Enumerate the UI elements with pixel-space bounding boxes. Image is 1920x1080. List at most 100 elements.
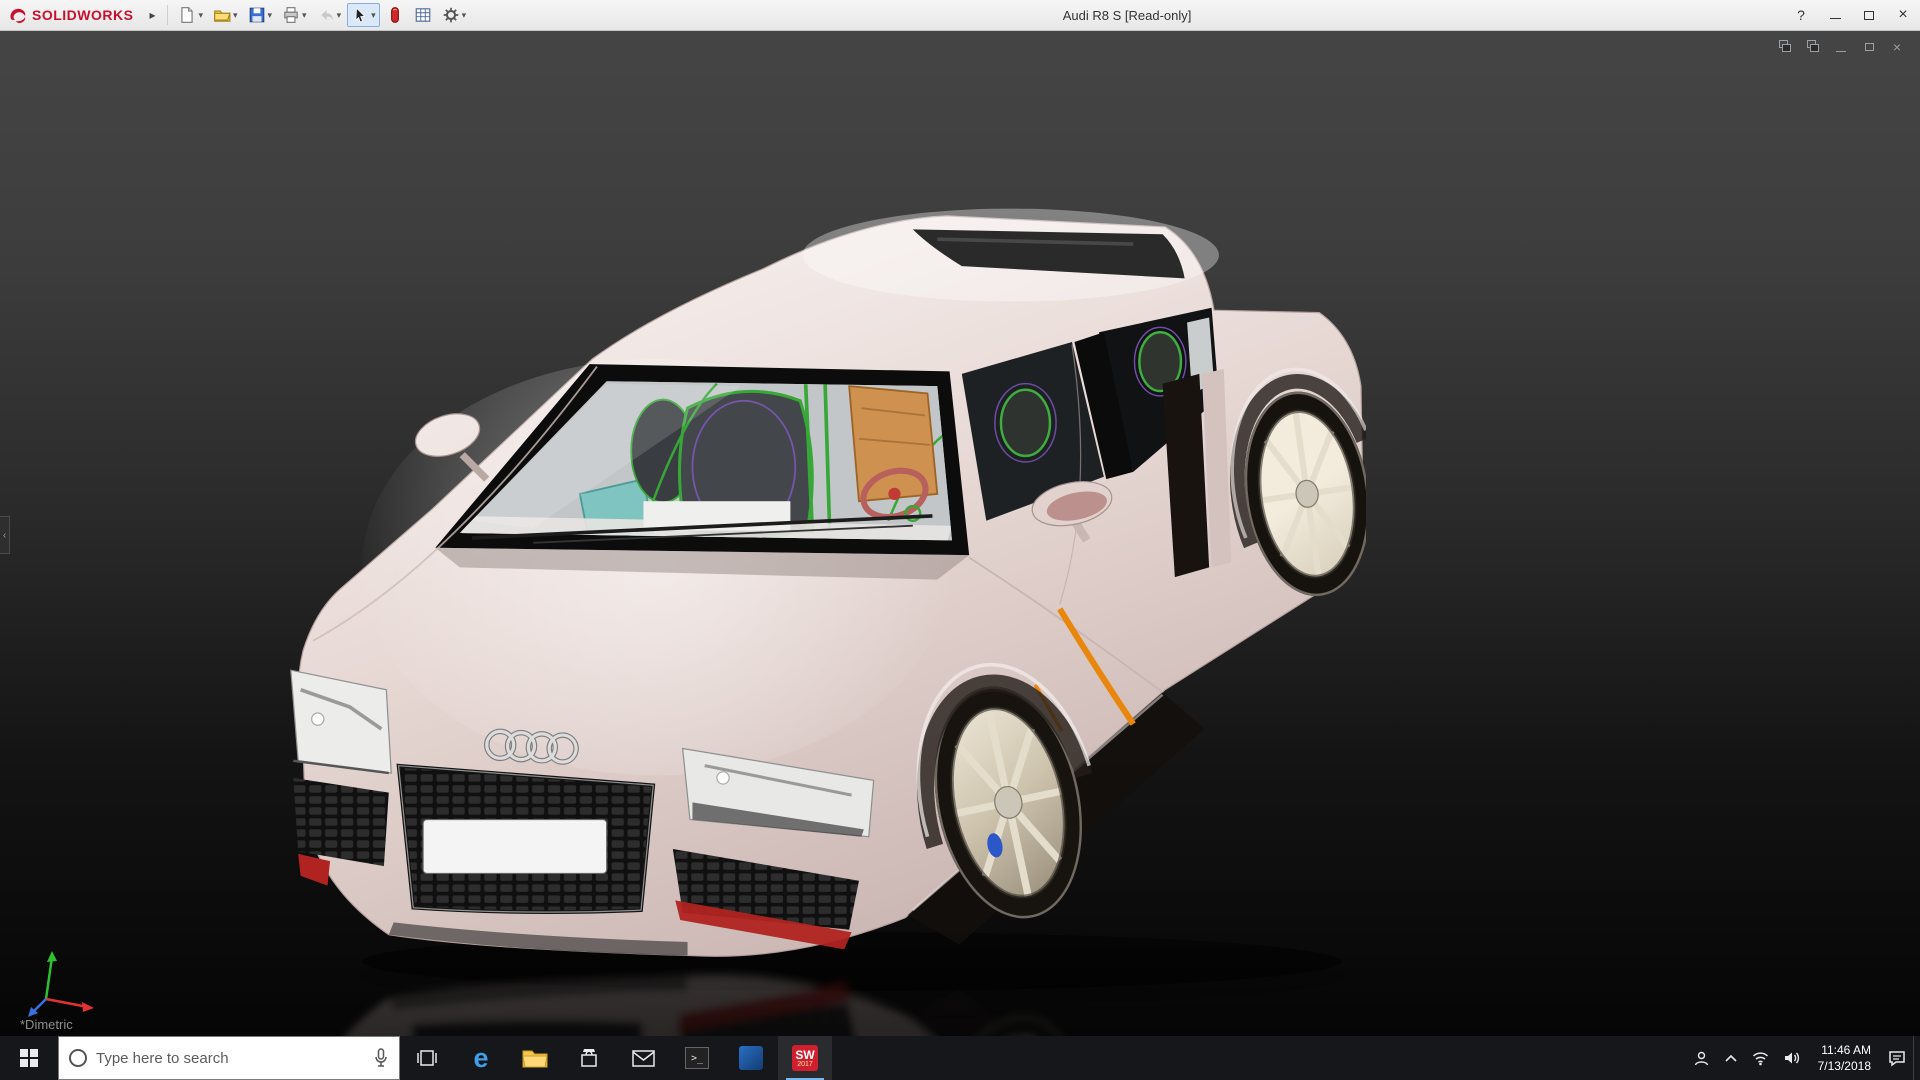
undo-icon [317,6,335,24]
license-plate [423,820,607,874]
options-button[interactable]: ▾ [438,3,471,27]
save-floppy-icon [248,6,266,24]
close-button[interactable]: × [1886,0,1920,31]
screen: SOLIDWORKS ▸ ▾ ▾ [0,0,1920,1080]
taskbar-clock[interactable]: 11:46 AM 7/13/2018 [1808,1036,1881,1080]
toolbar-flyout-button[interactable]: ▸ [143,8,161,22]
sw-badge-year: 2017 [797,1061,813,1068]
feature-panel-tab[interactable]: ‹ [0,516,10,554]
select-tool-button[interactable]: ▾ [347,3,380,27]
cascade-icon [1804,39,1822,55]
window-controls: ? × [1784,0,1920,31]
notification-icon [1888,1050,1906,1067]
open-button[interactable]: ▾ [209,3,242,27]
start-button[interactable] [0,1036,58,1080]
dropdown-arrow[interactable]: ▾ [233,10,238,21]
save-button[interactable]: ▾ [244,3,277,27]
task-view-icon [415,1046,439,1070]
audi-r8-3d-model [276,200,1366,1036]
mail-button[interactable] [616,1036,670,1080]
print-icon [282,6,300,24]
doc-close-button[interactable]: × [1888,39,1906,55]
search-input[interactable] [96,1050,364,1067]
doc-cascade-button-2[interactable] [1804,39,1822,55]
store-button[interactable] [562,1036,616,1080]
network-wifi-icon [1752,1051,1769,1066]
edge-icon: e [473,1045,488,1072]
view-orientation-label: *Dimetric [20,1017,73,1032]
doc-cascade-button[interactable] [1776,39,1794,55]
people-button[interactable] [1686,1036,1717,1080]
taskbar-search[interactable] [58,1036,400,1080]
network-button[interactable] [1745,1036,1776,1080]
toolbar-separator [167,5,168,25]
task-view-button[interactable] [400,1036,454,1080]
edge-button[interactable]: e [454,1036,508,1080]
sw-badge-text: SW [795,1049,814,1061]
blue-app-button[interactable] [724,1036,778,1080]
minimize-icon [1836,51,1846,52]
titlebar: SOLIDWORKS ▸ ▾ ▾ [0,0,1920,31]
store-icon [577,1046,601,1070]
undo-button[interactable]: ▾ [313,3,346,27]
system-tray: 11:46 AM 7/13/2018 [1686,1036,1920,1080]
action-center-button[interactable] [1881,1036,1913,1080]
tray-expand-button[interactable] [1717,1036,1745,1080]
gear-icon [442,6,460,24]
dropdown-arrow[interactable]: ▾ [337,10,342,21]
dropdown-arrow[interactable]: ▾ [371,10,376,21]
taskbar-spacer [832,1036,1686,1080]
doc-restore-button[interactable] [1860,39,1878,55]
microphone-icon[interactable] [373,1048,389,1068]
help-button[interactable]: ? [1784,0,1818,31]
clock-time: 11:46 AM [1821,1042,1871,1058]
blue-app-icon [739,1046,763,1070]
console-icon: >_ [685,1047,709,1069]
left-air-intake [293,778,389,866]
console-button[interactable]: >_ [670,1036,724,1080]
solidworks-taskbar-button[interactable]: SW 2017 [778,1036,832,1080]
volume-button[interactable] [1776,1036,1808,1080]
cortana-icon [69,1049,87,1067]
document-window-controls: × [1776,39,1906,55]
table-grid-icon [414,6,432,24]
doc-minimize-button[interactable] [1832,39,1850,55]
speaker-icon [1783,1050,1801,1066]
brand-text: SOLIDWORKS [32,7,133,23]
restore-icon [1865,43,1874,51]
show-desktop-button[interactable] [1913,1036,1920,1080]
open-folder-icon [213,6,231,24]
appearance-button[interactable] [382,3,408,27]
maximize-button[interactable] [1852,0,1886,31]
select-cursor-icon [351,6,369,24]
new-document-button[interactable]: ▾ [174,3,207,27]
taskbar-apps: e >_ [400,1036,832,1080]
new-document-icon [178,6,196,24]
evaluate-button[interactable] [410,3,436,27]
people-icon [1693,1050,1710,1067]
chevron-up-icon [1724,1053,1738,1063]
solidworks-logo: SOLIDWORKS [8,6,133,24]
dropdown-arrow[interactable]: ▾ [462,10,467,21]
toolbar: ▾ ▾ ▾ ▾ [174,3,470,27]
floor-reflection [291,942,1366,1036]
minimize-button[interactable] [1818,0,1852,31]
taskbar: e >_ [0,1036,1920,1080]
dropdown-arrow[interactable]: ▾ [198,10,203,21]
ds-logo-icon [8,6,28,24]
window-title: Audi R8 S [Read-only] [470,8,1784,23]
solidworks-app-icon: SW 2017 [792,1045,818,1071]
dropdown-arrow[interactable]: ▾ [302,10,307,21]
clock-date: 7/13/2018 [1818,1058,1871,1074]
mail-icon [631,1048,656,1068]
appearance-icon [386,6,404,24]
orientation-triad [22,943,102,1023]
print-button[interactable]: ▾ [278,3,311,27]
file-explorer-icon [522,1047,548,1069]
minimize-icon [1830,18,1841,19]
graphics-viewport[interactable]: × ‹ *Dimetric [0,31,1920,1036]
dropdown-arrow[interactable]: ▾ [268,10,273,21]
file-explorer-button[interactable] [508,1036,562,1080]
maximize-icon [1864,11,1874,20]
car-group [291,209,1366,991]
